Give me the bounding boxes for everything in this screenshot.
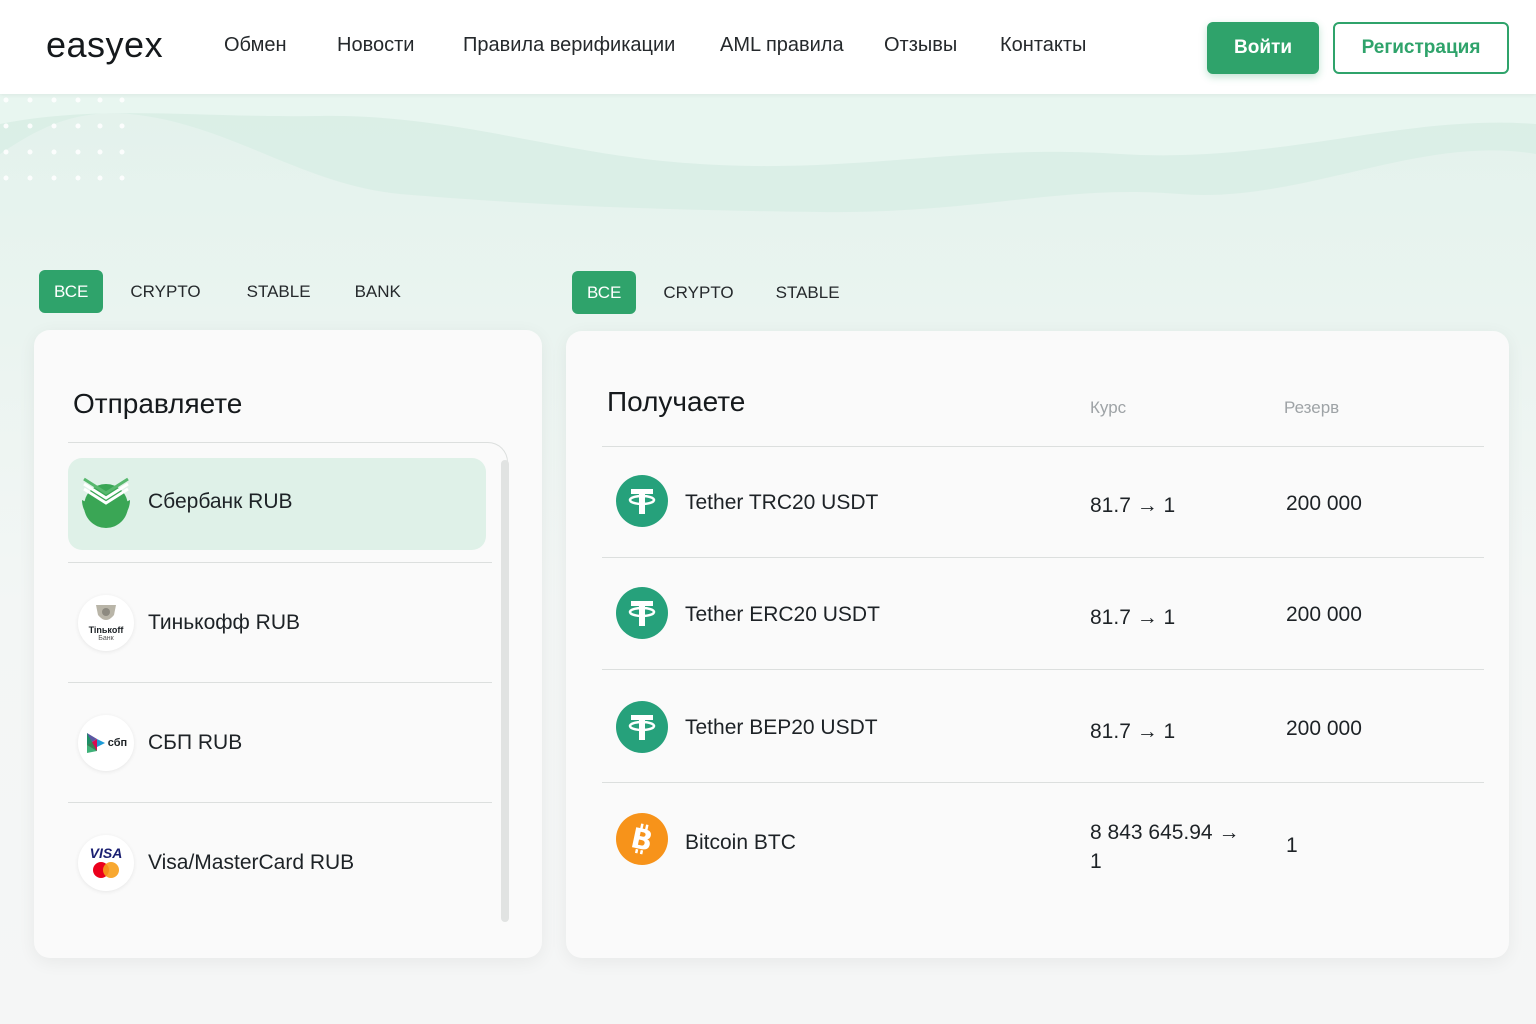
reserve-amount: 1 [1286, 834, 1298, 857]
rate-column-header: Курс [1090, 398, 1127, 417]
send-item-sbp[interactable]: сбп СБП RUB [68, 682, 492, 802]
reserve-amount: 200 000 [1286, 492, 1362, 515]
send-tab-crypto[interactable]: CRYPTO [115, 270, 215, 313]
receive-item-tether-bep20[interactable]: Tether BEP20 USDT 81.7 → 1 200 000 [602, 669, 1484, 782]
tether-icon [616, 587, 668, 639]
nav-reviews[interactable]: Отзывы [884, 34, 957, 57]
reserve-amount: 200 000 [1286, 603, 1362, 626]
nav-verification-rules[interactable]: Правила верификации [463, 34, 675, 57]
send-item-label: Тинькофф RUB [148, 610, 301, 634]
send-tab-all[interactable]: ВСЕ [39, 270, 104, 313]
wave-decoration [0, 94, 1536, 213]
receive-item-tether-trc20[interactable]: Tether TRC20 USDT 81.7 → 1 200 000 [602, 446, 1484, 557]
send-item-tinkoff[interactable]: Tinькoff Банк Тинькофф RUB [68, 562, 492, 682]
tether-icon [616, 701, 668, 753]
send-item-sberbank[interactable]: Сбербанк RUB [68, 442, 492, 562]
receive-filter-tabs: ВСЕ CRYPTO STABLE [572, 271, 867, 314]
tether-icon [616, 475, 668, 527]
exchange-rate: 81.7 → 1 [1090, 606, 1176, 629]
nav-aml-rules[interactable]: AML правила [720, 34, 844, 57]
send-title: Отправляете [73, 388, 243, 419]
site-header: easyex Обмен Новости Правила верификации… [0, 0, 1536, 94]
nav-exchange[interactable]: Обмен [224, 34, 287, 57]
receive-title: Получаете [607, 386, 746, 417]
scrollbar[interactable] [501, 460, 509, 922]
send-item-label: Visa/MasterCard RUB [148, 850, 355, 874]
nav-contacts[interactable]: Контакты [1000, 34, 1086, 57]
reserve-amount: 200 000 [1286, 717, 1362, 740]
currency-name: Tether BEP20 USDT [685, 716, 878, 739]
visa-mastercard-icon: VISA [78, 834, 134, 891]
send-list: Сбербанк RUB Tinькoff Банк Тинькофф RUB … [68, 442, 492, 922]
receive-tab-crypto[interactable]: CRYPTO [648, 271, 748, 314]
receive-tab-all[interactable]: ВСЕ [572, 271, 637, 314]
receive-tab-stable[interactable]: STABLE [761, 271, 855, 314]
nav-news[interactable]: Новости [337, 34, 414, 57]
login-button[interactable]: Войти [1207, 22, 1319, 74]
currency-name: Tether ERC20 USDT [685, 603, 880, 626]
send-card: Отправляете Сбербанк RUB Tinькoff Банк Т… [34, 330, 542, 958]
exchange-rate: 81.7 → 1 [1090, 494, 1176, 517]
sbp-icon: сбп [78, 714, 134, 771]
send-item-label: СБП RUB [148, 730, 243, 754]
send-item-visa-mastercard[interactable]: VISA Visa/MasterCard RUB [68, 802, 492, 922]
send-tab-bank[interactable]: BANK [340, 270, 416, 313]
receive-item-bitcoin[interactable]: B Bitcoin BTC 8 843 645.94 → 1 1 [602, 782, 1484, 902]
reserve-column-header: Резерв [1284, 398, 1340, 417]
send-tab-stable[interactable]: STABLE [232, 270, 326, 313]
sberbank-icon [78, 474, 134, 530]
currency-name: Tether TRC20 USDT [685, 491, 879, 514]
currency-name: Bitcoin BTC [685, 831, 796, 854]
receive-item-tether-erc20[interactable]: Tether ERC20 USDT 81.7 → 1 200 000 [602, 557, 1484, 669]
logo[interactable]: easyex [46, 24, 163, 66]
dot-pattern [3, 97, 125, 181]
exchange-rate: 8 843 645.94 → 1 [1090, 821, 1240, 873]
bitcoin-icon: B [616, 813, 668, 865]
receive-card: Получаете Курс Резерв Tether TRC20 USDT … [566, 331, 1509, 958]
tinkoff-icon: Tinькoff Банк [78, 594, 134, 651]
exchange-rate: 81.7 → 1 [1090, 720, 1176, 743]
send-item-label: Сбербанк RUB [148, 490, 293, 513]
send-filter-tabs: ВСЕ CRYPTO STABLE BANK [39, 270, 428, 313]
register-button[interactable]: Регистрация [1333, 22, 1509, 74]
